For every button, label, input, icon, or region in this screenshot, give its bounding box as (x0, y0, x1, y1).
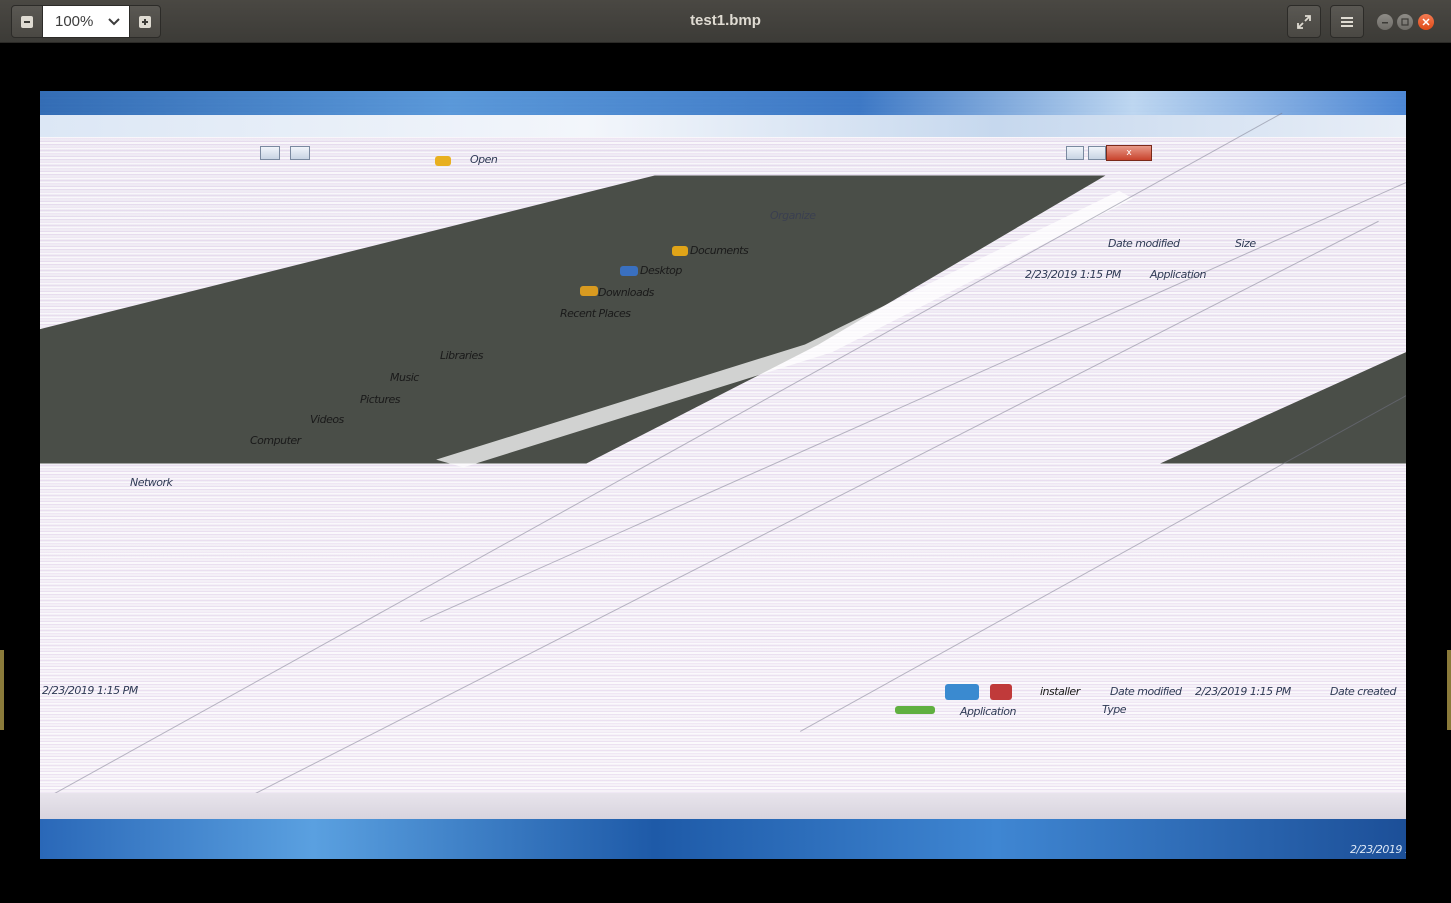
image-text: 2/23/2019 1:15 PM (1350, 843, 1406, 856)
window-title: test1.bmp (690, 12, 761, 29)
image-text: installer (1040, 685, 1080, 698)
image-text: Pictures (360, 393, 401, 406)
image-text: 2/23/2019 1:15 PM (42, 684, 138, 697)
image-text: Libraries (440, 349, 484, 362)
fullscreen-icon (1297, 14, 1311, 29)
image-text: Recent Places (560, 307, 631, 320)
image-text: Date created (1330, 685, 1396, 698)
image-text: Documents (690, 244, 749, 257)
image-taskbar (40, 819, 1406, 859)
image-top-band (40, 91, 1406, 115)
window-maximize-button[interactable] (1397, 14, 1413, 30)
image-status-band (40, 793, 1406, 819)
desktop-edge-right (1447, 650, 1451, 730)
image-text: Date modified (1110, 685, 1182, 698)
image-window-maximize (1088, 146, 1106, 160)
image-app-icon (945, 684, 979, 700)
image-text: Desktop (640, 264, 682, 277)
image-viewer-window: 100% test1.bmp x Open Organize Documents… (0, 0, 1451, 903)
image-text: Application (1150, 268, 1206, 281)
image-text: Music (390, 371, 419, 384)
image-window-minimize (1066, 146, 1084, 160)
window-minimize-icon (1382, 22, 1388, 24)
image-text: Application (960, 705, 1016, 718)
image-display[interactable]: x Open Organize Documents Desktop Downlo… (40, 91, 1406, 859)
window-minimize-button[interactable] (1377, 14, 1393, 30)
hamburger-menu-icon (1341, 16, 1353, 27)
image-text: Downloads (598, 286, 654, 299)
menu-button[interactable] (1330, 5, 1364, 38)
image-window-close: x (1106, 145, 1152, 161)
image-folder-icon (580, 286, 598, 296)
image-text: 2/23/2019 1:15 PM (1025, 268, 1121, 281)
desktop-edge-left (0, 650, 4, 730)
window-maximize-icon (1401, 18, 1409, 26)
image-app-icon (895, 706, 935, 714)
image-text: Organize (770, 209, 816, 222)
image-window-minimize (260, 146, 280, 160)
window-close-button[interactable] (1418, 14, 1434, 30)
image-text: Open (470, 153, 498, 166)
fullscreen-button[interactable] (1287, 5, 1321, 38)
image-title-band (40, 115, 1406, 137)
image-text: Videos (310, 413, 344, 426)
header-bar: 100% test1.bmp (0, 0, 1451, 43)
image-folder-icon (620, 266, 638, 276)
window-close-icon (1422, 18, 1430, 26)
image-text: Date modified (1108, 237, 1180, 250)
image-text: Type (1102, 703, 1127, 716)
image-window-maximize (290, 146, 310, 160)
image-app-icon (990, 684, 1012, 700)
image-folder-icon (435, 156, 451, 166)
image-text: 2/23/2019 1:15 PM (1195, 685, 1291, 698)
image-text: Computer (250, 434, 301, 447)
image-text: Network (130, 476, 173, 489)
image-folder-icon (672, 246, 688, 256)
image-text: Size (1235, 237, 1256, 250)
